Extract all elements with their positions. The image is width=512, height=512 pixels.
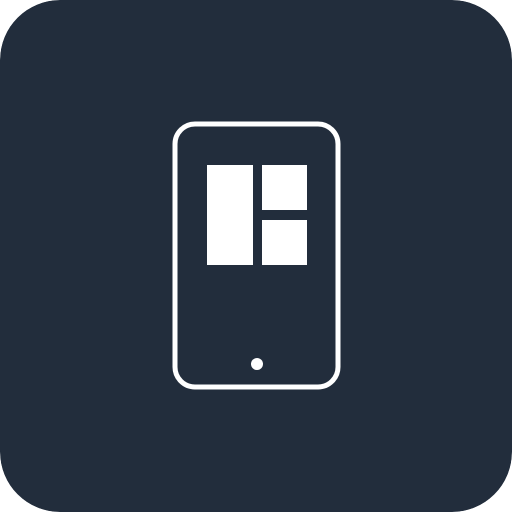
mobile-layout-icon — [0, 0, 512, 512]
home-button-dot — [251, 358, 263, 370]
layout-bottom-right-block — [262, 220, 307, 265]
tile-background — [0, 0, 512, 512]
layout-top-right-block — [262, 165, 307, 210]
layout-column-block — [207, 165, 253, 265]
app-icon-tile[interactable] — [0, 0, 512, 512]
